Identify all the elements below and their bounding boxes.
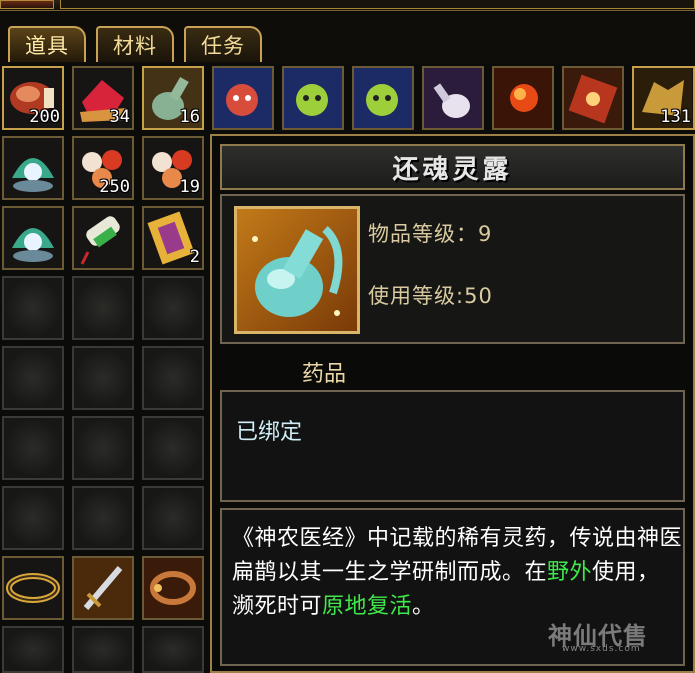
inventory-slot[interactable] — [212, 66, 274, 130]
tab-quests[interactable]: 任务 — [184, 26, 262, 62]
gold-ring-icon — [6, 573, 60, 603]
inventory-slot[interactable]: 200 — [2, 66, 64, 130]
description-highlight-revive: 原地复活 — [322, 594, 413, 619]
inventory-slot[interactable] — [352, 66, 414, 130]
item-level-label: 物品等级： — [368, 222, 478, 246]
pearl-shell-icon — [12, 158, 54, 192]
red-scroll-box-icon — [564, 68, 622, 128]
item-quantity: 34 — [109, 107, 130, 127]
inventory-slot-empty[interactable] — [2, 416, 64, 480]
inventory-slot-empty[interactable] — [72, 416, 134, 480]
elixir-flask-icon — [252, 226, 343, 317]
inventory-slot-empty[interactable] — [2, 486, 64, 550]
item-description: 《神农医经》中记载的稀有灵药，传说由神医扁鹊以其一生之学研制而成。在野外使用，濒… — [232, 522, 682, 624]
item-tooltip: 还魂灵露 物品等级：9 使用等级:50 药品 已绑定 《神农医经》中记载的稀有灵… — [210, 134, 695, 673]
inventory-slot[interactable]: 2 — [142, 206, 204, 270]
inventory-slot-empty[interactable] — [142, 276, 204, 340]
inventory-slot[interactable] — [72, 556, 134, 620]
item-quantity: 250 — [99, 177, 130, 197]
inventory-slot[interactable]: 250 — [72, 136, 134, 200]
description-highlight-field: 野外 — [547, 560, 593, 585]
inventory-slot[interactable] — [142, 556, 204, 620]
inventory-slot[interactable] — [72, 206, 134, 270]
bind-status-panel: 已绑定 — [220, 390, 685, 502]
item-quantity: 200 — [29, 107, 60, 127]
item-icon-frame — [234, 206, 360, 334]
item-level-row: 物品等级：9 — [368, 218, 492, 248]
item-category: 药品 — [302, 362, 347, 387]
inventory-slot-empty[interactable] — [142, 346, 204, 410]
description-text: 。 — [412, 594, 435, 619]
tab-bar: 道具 材料 任务 — [0, 12, 695, 64]
inventory-slot[interactable] — [2, 556, 64, 620]
use-level-row: 使用等级:50 — [368, 280, 493, 310]
watermark-url: www.sxds.com — [562, 644, 641, 654]
inventory-slot-empty[interactable] — [142, 416, 204, 480]
tab-materials[interactable]: 材料 — [96, 26, 174, 62]
top-frame-bar — [0, 0, 695, 11]
white-gourd-icon — [424, 68, 482, 128]
inventory-slot-empty[interactable] — [142, 486, 204, 550]
item-quantity: 2 — [189, 247, 200, 267]
green-spirit-doll-icon — [284, 68, 342, 128]
inventory-slot[interactable] — [422, 66, 484, 130]
inventory-slot[interactable] — [2, 136, 64, 200]
item-level-value: 9 — [478, 222, 493, 246]
inventory-slot-empty[interactable] — [142, 626, 204, 673]
pearl-shell-icon — [12, 228, 54, 262]
site-watermark: 神仙代售 www.sxds.com — [548, 616, 648, 654]
item-quantity: 19 — [179, 177, 200, 197]
inventory-slot-empty[interactable] — [72, 346, 134, 410]
use-level-value: 50 — [464, 284, 493, 308]
green-spirit-doll-icon — [354, 68, 412, 128]
jade-talisman-icon — [80, 216, 120, 265]
tab-items[interactable]: 道具 — [8, 26, 86, 62]
inventory-slot[interactable]: 19 — [142, 136, 204, 200]
item-quantity: 16 — [179, 107, 200, 127]
item-category-row: 药品 — [220, 350, 685, 388]
bound-status: 已绑定 — [236, 420, 303, 445]
inventory-slot[interactable]: 34 — [72, 66, 134, 130]
inventory-slot-empty[interactable] — [72, 486, 134, 550]
inventory-slot-empty[interactable] — [2, 626, 64, 673]
inventory-slot[interactable]: 16 — [142, 66, 204, 130]
inventory-slot-empty[interactable] — [2, 346, 64, 410]
inventory-slot[interactable] — [492, 66, 554, 130]
use-level-label: 使用等级: — [368, 284, 465, 308]
tooltip-title-bar: 还魂灵露 — [220, 144, 685, 190]
red-spirit-doll-icon — [214, 68, 272, 128]
inventory-slot-empty[interactable] — [2, 276, 64, 340]
sword-icon — [74, 558, 132, 618]
item-name: 还魂灵露 — [392, 154, 513, 185]
item-info-panel: 物品等级：9 使用等级:50 — [220, 194, 685, 344]
top-frame-panel — [60, 0, 695, 9]
inventory-slot[interactable] — [2, 206, 64, 270]
inventory-slot[interactable] — [282, 66, 344, 130]
inventory-slot[interactable] — [562, 66, 624, 130]
top-frame-ornament — [0, 0, 54, 9]
item-quantity: 131 — [660, 107, 691, 127]
bracelet-icon — [144, 558, 202, 618]
fire-orb-icon — [494, 68, 552, 128]
inventory-slot-empty[interactable] — [72, 626, 134, 673]
inventory-slot-empty[interactable] — [72, 276, 134, 340]
inventory-slot[interactable]: 131 — [632, 66, 695, 130]
